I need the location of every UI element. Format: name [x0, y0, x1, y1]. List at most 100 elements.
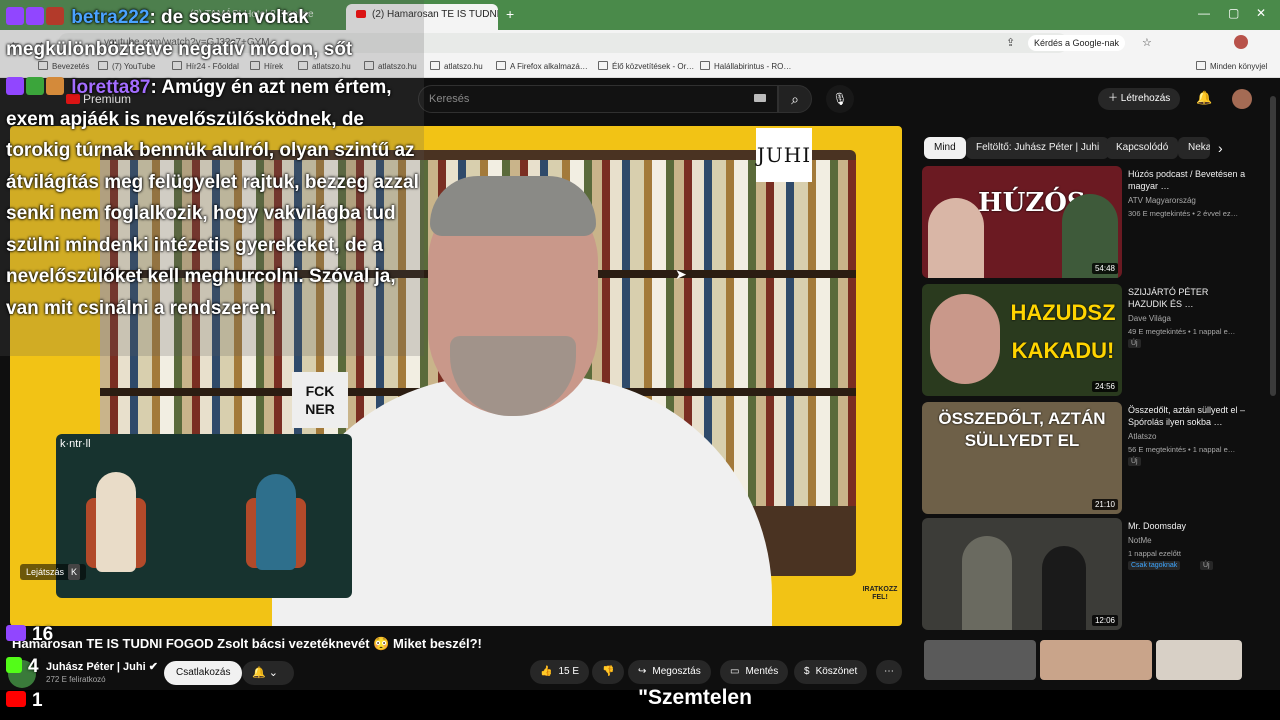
- heart-badge-icon: [46, 7, 64, 25]
- video-thumbnail[interactable]: 12:06: [922, 518, 1122, 630]
- keyboard-icon[interactable]: [754, 94, 766, 102]
- create-label: Létrehozás: [1120, 93, 1171, 104]
- minimize-icon[interactable]: —: [1198, 6, 1210, 20]
- share-button[interactable]: ↪ Megosztás: [628, 660, 711, 684]
- bookmark-item[interactable]: Élő közvetítések - Or…: [598, 61, 694, 71]
- check-badge-icon: [26, 77, 44, 95]
- new-badge: Új: [1128, 457, 1141, 466]
- recommended-meta: 306 E megtekintés • 2 évvel ez…: [1128, 209, 1239, 218]
- recommended-channel[interactable]: Dave Világa: [1128, 314, 1171, 323]
- thumbnail-person: [1042, 546, 1086, 630]
- bookmark-item[interactable]: A Firefox alkalmazá…: [496, 61, 588, 71]
- chat-message: loretta87: Amúgy én azt nem értem, exem …: [6, 72, 424, 324]
- play-next-label: Lejátszás: [26, 567, 65, 577]
- save-button[interactable]: ▭ Mentés: [720, 660, 789, 684]
- thumbnail-text: ÖSSZEDŐLT, AZTÁN SÜLLYEDT EL: [938, 409, 1106, 450]
- star-badge-icon: [26, 7, 44, 25]
- recommended-meta: 49 E megtekintés • 1 nappal e…: [1128, 327, 1236, 336]
- bookmark-item[interactable]: Minden könyvjel: [1196, 61, 1267, 71]
- dislike-button[interactable]: 👎: [592, 660, 625, 684]
- twitch-viewers-value: 16: [32, 624, 54, 645]
- recommended-video[interactable]: HAZUDSZ KAKADU! 24:56 SZIJJÁRTÓ PÉTER HA…: [922, 284, 1252, 396]
- recommended-meta: 56 E megtekintés • 1 nappal e…: [1128, 445, 1236, 454]
- chip-all[interactable]: Mind: [924, 137, 966, 159]
- guest-figure: [96, 472, 136, 572]
- recommended-video[interactable]: HÚZÓS 54:48 Húzós podcast / Bevetésen a …: [922, 166, 1252, 278]
- recommended-title[interactable]: Húzós podcast / Bevetésen a magyar …: [1128, 168, 1248, 192]
- voice-search-button[interactable]: 🎙: [826, 85, 854, 113]
- kick-viewers-value: 4: [28, 656, 39, 677]
- like-count: 15 E: [558, 666, 580, 677]
- thanks-icon: $: [804, 666, 810, 677]
- video-thumbnail[interactable]: [924, 640, 1036, 680]
- youtube-avatar[interactable]: [1232, 89, 1252, 109]
- more-actions-button[interactable]: ⋯: [876, 660, 902, 684]
- pip-brand-label: k·ntr·ll: [60, 438, 91, 450]
- guest-figure: [256, 474, 296, 570]
- thumbs-down-icon: 👎: [602, 666, 615, 677]
- verified-icon: ✔: [148, 661, 158, 673]
- thumbnail-person: [962, 536, 1012, 630]
- new-tab-button[interactable]: +: [506, 6, 514, 22]
- new-badge: Új: [1128, 339, 1141, 348]
- maximize-icon[interactable]: ▢: [1228, 6, 1239, 20]
- video-thumbnail[interactable]: [1040, 640, 1152, 680]
- recommended-channel[interactable]: Atlatszo: [1128, 432, 1156, 441]
- ask-google-button[interactable]: Kérdés a Google-nak: [1028, 35, 1126, 51]
- profile-avatar[interactable]: [1234, 35, 1248, 49]
- juhi-logo: JUHI: [756, 128, 812, 182]
- search-input[interactable]: Keresés: [418, 85, 778, 113]
- like-button[interactable]: 👍 15 E: [530, 660, 590, 684]
- play-next-button[interactable]: Lejátszás K: [20, 564, 87, 580]
- bookmark-item[interactable]: Halállabirintus - RO…: [700, 61, 791, 71]
- recommended-video[interactable]: ÖSSZEDŐLT, AZTÁN SÜLLYEDT EL 21:10 Össze…: [922, 402, 1252, 514]
- thumbs-up-icon: 👍: [540, 666, 553, 677]
- new-badge: Új: [1200, 561, 1213, 570]
- video-duration: 21:10: [1091, 499, 1118, 510]
- chat-text: : Amúgy én azt nem értem, exem apjáék is…: [6, 77, 419, 319]
- subscribe-watermark: IRATKOZZ FEL!: [862, 586, 898, 601]
- video-duration: 54:48: [1091, 263, 1118, 274]
- chip-related[interactable]: Kapcsolódó: [1106, 137, 1179, 159]
- subscriber-count: 272 E feliratkozó: [46, 675, 106, 684]
- video-thumbnail[interactable]: [1156, 640, 1242, 680]
- recommended-title[interactable]: Mr. Doomsday: [1128, 520, 1248, 532]
- save-label: Mentés: [745, 666, 779, 677]
- chip-uploader[interactable]: Feltöltő: Juhász Péter | Juhi: [966, 137, 1110, 159]
- close-window-icon[interactable]: ✕: [1256, 6, 1266, 20]
- video-thumbnail[interactable]: ÖSSZEDŐLT, AZTÁN SÜLLYEDT EL 21:10: [922, 402, 1122, 514]
- avatar-badge-icon: [46, 77, 64, 95]
- twitch-badge-icon: [6, 77, 24, 95]
- create-button[interactable]: ＋ Létrehozás: [1098, 88, 1181, 110]
- recommended-channel[interactable]: NotMe: [1128, 536, 1152, 545]
- notifications-icon[interactable]: 🔔: [1196, 90, 1212, 106]
- picture-in-picture-preview[interactable]: k·ntr·ll: [56, 434, 352, 598]
- stream-chat-overlay: betra222: de sosem voltak megkülönböztet…: [0, 0, 424, 356]
- bookmark-item[interactable]: atlatszo.hu: [430, 61, 483, 71]
- install-icon[interactable]: ⇪: [1006, 36, 1015, 49]
- subscribe-bell-button[interactable]: 🔔 ⌄: [242, 661, 294, 685]
- recommended-title[interactable]: Összedőlt, aztán süllyedt el – Spórolás …: [1128, 404, 1248, 428]
- recommended-video[interactable]: 12:06 Mr. Doomsday NotMe 1 nappal ezelőt…: [922, 518, 1252, 630]
- chevron-right-icon[interactable]: ›: [1218, 140, 1223, 156]
- channel-name[interactable]: Juhász Péter | Juhi ✔: [46, 660, 158, 673]
- recommended-title[interactable]: SZIJJÁRTÓ PÉTER HAZUDIK ÉS …: [1128, 286, 1248, 310]
- video-thumbnail[interactable]: HÚZÓS 54:48: [922, 166, 1122, 278]
- page-scrollbar[interactable]: [1270, 96, 1276, 396]
- fck-ner-sign: FCK NER: [292, 372, 348, 428]
- search-button[interactable]: ⌕: [778, 85, 812, 113]
- video-duration: 24:56: [1091, 381, 1118, 392]
- bell-icon: 🔔: [252, 667, 266, 679]
- thumbnail-person: [928, 198, 984, 278]
- recommended-channel[interactable]: ATV Magyarország: [1128, 196, 1196, 205]
- twitch-viewer-count: 16: [6, 624, 53, 646]
- chat-message: betra222: de sosem voltak megkülönböztet…: [6, 2, 424, 65]
- chip-more[interactable]: Neka: [1178, 137, 1210, 159]
- bookmark-star-icon[interactable]: ☆: [1142, 36, 1152, 49]
- shortcut-key: K: [68, 564, 81, 580]
- video-thumbnail[interactable]: HAZUDSZ KAKADU! 24:56: [922, 284, 1122, 396]
- thanks-button[interactable]: $ Köszönet: [794, 660, 868, 684]
- join-button[interactable]: Csatlakozás: [164, 661, 243, 685]
- chat-username: loretta87: [71, 77, 151, 98]
- video-duration: 12:06: [1091, 615, 1118, 626]
